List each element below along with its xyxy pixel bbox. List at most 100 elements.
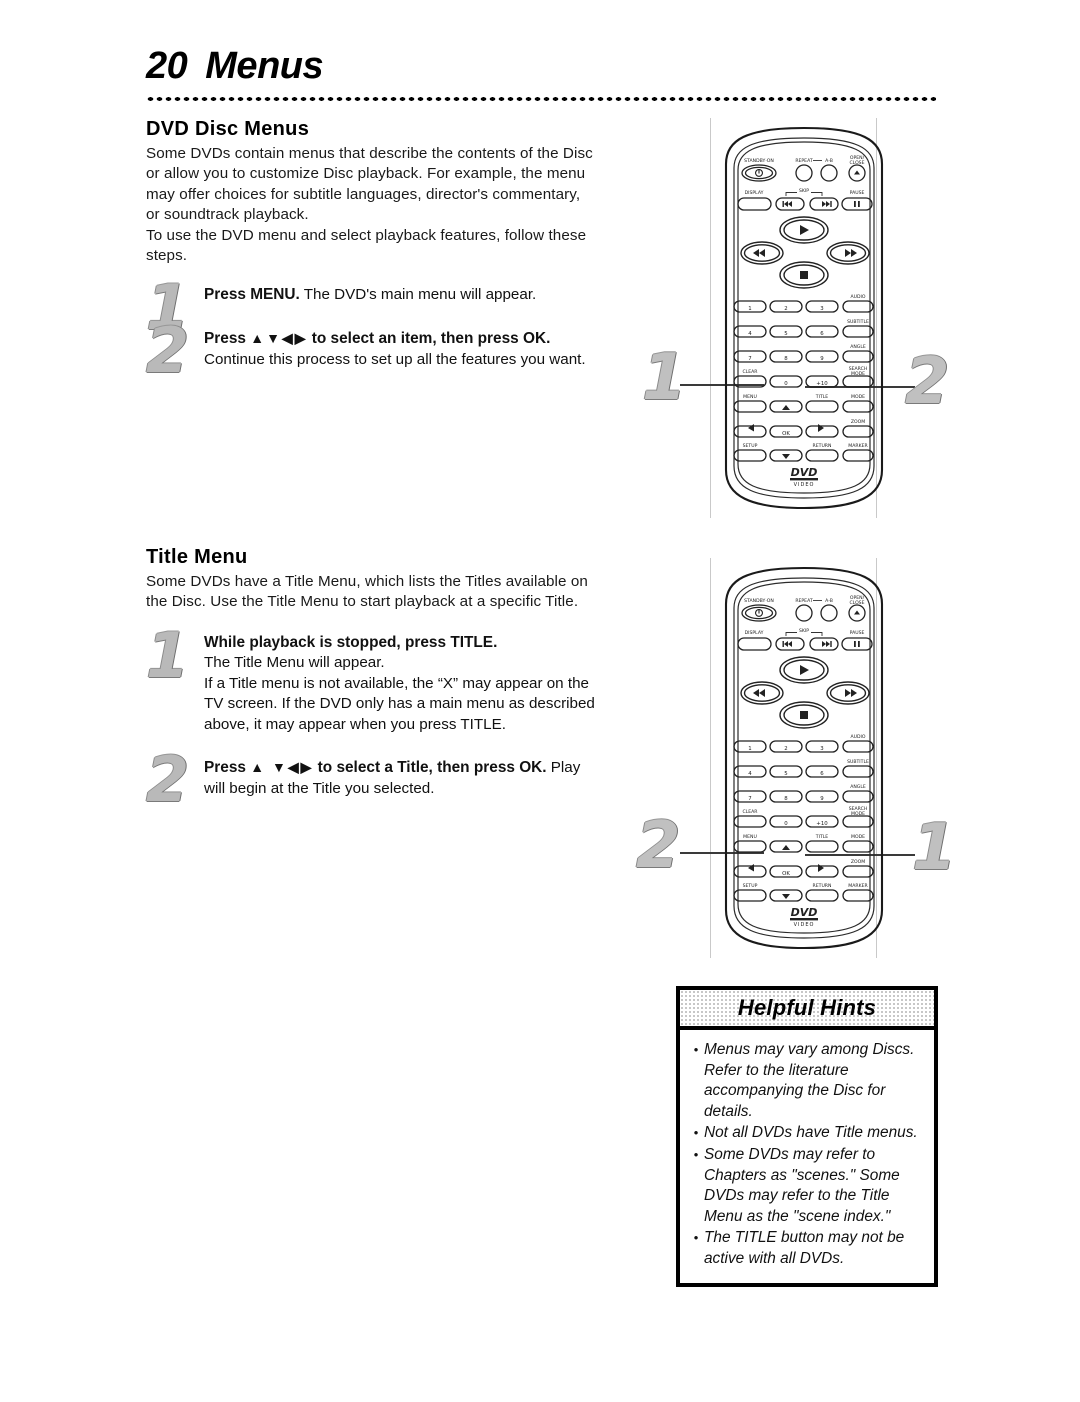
step-lead: Press ▲▼◀▶ to select an item, then press… bbox=[204, 330, 550, 347]
bullet-icon: • bbox=[693, 1042, 699, 1057]
svg-text:PAUSE: PAUSE bbox=[850, 630, 865, 636]
svg-text:REPEAT: REPEAT bbox=[795, 598, 813, 604]
step-number: 1 bbox=[146, 618, 190, 692]
svg-text:TITLE: TITLE bbox=[815, 834, 829, 840]
svg-text:3: 3 bbox=[820, 306, 823, 312]
bullet-icon: • bbox=[693, 1230, 699, 1246]
svg-text:REPEAT: REPEAT bbox=[795, 158, 813, 164]
helpful-hints-title: Helpful Hints bbox=[737, 995, 877, 1020]
svg-text:SKIP: SKIP bbox=[799, 628, 809, 634]
helpful-hints-list: • Menus may vary among Discs. Refer to th… bbox=[680, 1030, 934, 1283]
svg-text:A-B: A-B bbox=[825, 598, 833, 604]
figure-frame-line-left bbox=[710, 118, 711, 518]
svg-text:STANDBY·ON: STANDBY·ON bbox=[744, 158, 774, 164]
step-lead: Press MENU. bbox=[204, 286, 300, 304]
svg-text:SETUP: SETUP bbox=[743, 443, 758, 449]
remote-control-illustration: STANDBY·ON REPEAT A-B OPEN/ CLOSE DISPLA… bbox=[724, 566, 884, 950]
svg-text:ZOOM: ZOOM bbox=[851, 859, 865, 865]
svg-text:CLEAR: CLEAR bbox=[742, 809, 758, 815]
svg-text:MODE: MODE bbox=[851, 834, 865, 840]
step-lead-post: to select an item, then press OK. bbox=[307, 330, 551, 348]
helpful-hint-item: • Menus may vary among Discs. Refer to th… bbox=[688, 1040, 926, 1122]
svg-text:5: 5 bbox=[784, 771, 787, 777]
content-column: DVD Disc Menus Some DVDs contain menus t… bbox=[146, 118, 598, 811]
svg-text:MODE: MODE bbox=[851, 394, 865, 400]
step-lead: Press ▲ ▼◀▶ to select a Title, then pres… bbox=[204, 759, 547, 776]
page-title: 20 Menus bbox=[146, 44, 324, 88]
svg-text:MENU: MENU bbox=[743, 834, 757, 840]
svg-text:3: 3 bbox=[820, 746, 823, 752]
remote-figure-dvd-disc-menus: 1 2 STANDBY·ON REPEAT A-B OPEN/ CLOSE DI… bbox=[622, 118, 952, 518]
svg-text:OK: OK bbox=[782, 431, 790, 437]
svg-text:SUBTITLE: SUBTITLE bbox=[847, 319, 869, 325]
svg-text:8: 8 bbox=[784, 356, 788, 362]
page-number: 20 bbox=[146, 45, 188, 87]
step-1-title-menu: 1 While playback is stopped, press TITLE… bbox=[146, 624, 598, 735]
helpful-hint-item: • Some DVDs may refer to Chapters as "sce… bbox=[688, 1145, 926, 1227]
dpad-arrows-glyphs: ▲ ▼◀▶ bbox=[250, 759, 314, 776]
bullet-icon: • bbox=[693, 1125, 699, 1141]
bullet-icon: • bbox=[693, 1146, 699, 1162]
svg-text:OK: OK bbox=[782, 871, 790, 877]
svg-text:4: 4 bbox=[748, 331, 752, 337]
remote-control-illustration: STANDBY·ON REPEAT A-B OPEN/ CLOSE DISPLA… bbox=[724, 126, 884, 510]
step-lead-pre: Press bbox=[204, 759, 251, 777]
helpful-hint-item: • Not all DVDs have Title menus. bbox=[688, 1123, 926, 1144]
svg-text:STANDBY·ON: STANDBY·ON bbox=[744, 598, 774, 604]
step-rest: Continue this process to set up all the … bbox=[204, 350, 586, 368]
svg-text:9: 9 bbox=[820, 796, 824, 802]
svg-text:6: 6 bbox=[820, 771, 824, 777]
page-title-text: Menus bbox=[205, 45, 324, 87]
svg-text:+10: +10 bbox=[816, 821, 828, 827]
helpful-hints-box: Helpful Hints • Menus may vary among Disc… bbox=[676, 986, 938, 1287]
step-rest: The Title Menu will appear. If a Title me… bbox=[204, 654, 595, 733]
svg-text:0: 0 bbox=[784, 821, 788, 827]
svg-text:0: 0 bbox=[784, 381, 788, 387]
section-heading-dvd-disc-menus: DVD Disc Menus bbox=[146, 118, 310, 140]
svg-text:A-B: A-B bbox=[825, 158, 833, 164]
step-rest: The DVD's main menu will appear. bbox=[299, 286, 537, 304]
svg-text:5: 5 bbox=[784, 331, 787, 337]
step-2-dvd-menu: 2 Press ▲▼◀▶ to select an item, then pre… bbox=[146, 320, 598, 382]
helpful-hint-item: • The TITLE button may not be active with… bbox=[688, 1228, 926, 1269]
callout-number-left: 1 bbox=[642, 341, 687, 415]
helpful-hint-text: Not all DVDs have Title menus. bbox=[704, 1124, 918, 1142]
svg-text:TITLE: TITLE bbox=[815, 394, 829, 400]
svg-text:SUBTITLE: SUBTITLE bbox=[847, 759, 869, 765]
svg-text:ANGLE: ANGLE bbox=[850, 344, 866, 350]
svg-text:DISPLAY: DISPLAY bbox=[745, 630, 764, 636]
svg-text:VIDEO: VIDEO bbox=[794, 482, 815, 488]
svg-text:PAUSE: PAUSE bbox=[850, 190, 865, 196]
step-2-title-menu: 2 Press ▲ ▼◀▶ to select a Title, then pr… bbox=[146, 749, 598, 811]
helpful-hint-text: Menus may vary among Discs. Refer to the… bbox=[704, 1041, 915, 1120]
callout-number-right: 2 bbox=[905, 345, 950, 419]
svg-text:8: 8 bbox=[784, 796, 788, 802]
svg-text:7: 7 bbox=[748, 796, 751, 802]
svg-text:7: 7 bbox=[748, 356, 751, 362]
section-intro-dvd-disc-menus: Some DVDs contain menus that describe th… bbox=[146, 145, 593, 265]
svg-text:MARKER: MARKER bbox=[848, 443, 868, 449]
helpful-hint-text: The TITLE button may not be active with … bbox=[704, 1229, 905, 1267]
svg-text:CLEAR: CLEAR bbox=[742, 369, 758, 375]
svg-text:ANGLE: ANGLE bbox=[850, 784, 866, 790]
svg-text:DISPLAY: DISPLAY bbox=[745, 190, 764, 196]
step-lead-post: to select a Title, then press OK. bbox=[313, 759, 547, 777]
svg-text:2: 2 bbox=[784, 746, 787, 752]
svg-text:SETUP: SETUP bbox=[743, 883, 758, 889]
svg-text:1: 1 bbox=[748, 746, 751, 752]
svg-text:VIDEO: VIDEO bbox=[794, 922, 815, 928]
section-heading-title-menu: Title Menu bbox=[146, 546, 248, 569]
svg-text:2: 2 bbox=[784, 306, 787, 312]
step-number: 2 bbox=[146, 743, 190, 817]
helpful-hints-header: Helpful Hints bbox=[680, 990, 934, 1030]
dotted-divider bbox=[146, 96, 936, 102]
svg-text:MENU: MENU bbox=[743, 394, 757, 400]
manual-page: 20 Menus DVD Disc Menus Some DVDs contain… bbox=[0, 0, 1080, 1402]
svg-text:+10: +10 bbox=[816, 381, 828, 387]
step-lead: While playback is stopped, press TITLE. bbox=[204, 633, 498, 651]
svg-text:RETURN: RETURN bbox=[813, 883, 832, 889]
svg-text:ZOOM: ZOOM bbox=[851, 419, 865, 425]
callout-number-right: 1 bbox=[912, 811, 957, 885]
step-1-dvd-menu: 1 Press MENU. The DVD's main menu will a… bbox=[146, 277, 598, 339]
svg-text:DVD: DVD bbox=[791, 466, 818, 479]
